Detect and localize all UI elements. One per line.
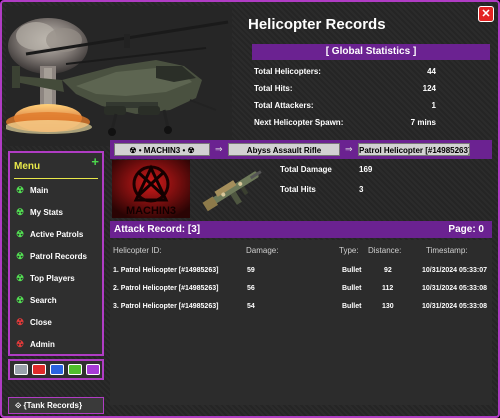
color-swatch-blue[interactable] (50, 364, 64, 375)
attack-record-header: Attack Record: [3] Page: 0 (110, 221, 492, 238)
weapon-name-box[interactable]: Abyss Assault Rifle (228, 143, 340, 156)
target-name-box[interactable]: Patrol Helicopter [#14985263] (358, 143, 470, 156)
theme-color-picker (8, 359, 104, 380)
radiation-icon: ☢ (15, 207, 25, 217)
avatar-text: MACHIN3 (126, 205, 176, 217)
radiation-icon: ☢ (15, 317, 25, 327)
menu-item-my-stats[interactable]: ☢ My Stats (14, 207, 63, 219)
type-cell: Bullet (342, 267, 362, 274)
stat-label: Total Hits (280, 185, 316, 194)
timestamp-cell: 10/31/2024 05:33:08 (422, 285, 487, 292)
table-row: 1. Patrol Helicopter [#14985263] 59 Bull… (110, 267, 492, 279)
column-header-damage: Damage: (246, 246, 279, 255)
color-swatch-green[interactable] (68, 364, 82, 375)
stat-label: Total Hits: (254, 84, 293, 93)
arrow-icon: ⇒ (215, 144, 223, 154)
stat-label: Total Helicopters: (254, 67, 321, 76)
helicopter-records-window: Helicopter Records ✕ [ Global Statistics… (0, 0, 500, 418)
tank-records-label: ⟐ {Tank Records} (15, 401, 83, 410)
menu-title: Menu (14, 161, 41, 172)
close-button[interactable]: ✕ (478, 6, 494, 22)
menu-item-label: Main (30, 186, 49, 195)
attack-record-table: Helicopter ID: Damage: Type: Distance: T… (110, 240, 492, 405)
stat-label: Next Helicopter Spawn: (254, 118, 344, 127)
menu-item-top-players[interactable]: ☢ Top Players (14, 273, 75, 285)
distance-cell: 92 (384, 267, 392, 274)
menu-divider (14, 178, 98, 179)
stat-value: 124 (422, 84, 436, 93)
color-swatch-purple[interactable] (86, 364, 100, 375)
stat-value: 7 mins (410, 118, 436, 127)
column-header-helicopter-id: Helicopter ID: (113, 246, 162, 255)
radiation-icon: ☢ (15, 273, 25, 283)
radiation-icon: ☢ (15, 339, 25, 349)
radiation-icon: ☢ (15, 185, 25, 195)
menu-panel: Menu + ☢ Main ☢ My Stats ☢ Active Patrols ☢… (8, 151, 104, 356)
stat-value: 3 (359, 185, 364, 194)
timestamp-cell: 10/31/2024 05:33:07 (422, 267, 487, 274)
color-swatch-grey[interactable] (14, 364, 28, 375)
menu-item-patrol-records[interactable]: ☢ Patrol Records (14, 251, 87, 263)
menu-item-label: Active Patrols (30, 230, 84, 239)
tank-records-button[interactable]: ⟐ {Tank Records} (8, 397, 104, 414)
heli-cell: 2. Patrol Helicopter [#14985263] (113, 285, 219, 292)
column-header-timestamp: Timestamp: (426, 246, 468, 255)
heli-cell: 3. Patrol Helicopter [#14985263] (113, 303, 219, 310)
column-header-distance: Distance: (368, 246, 402, 255)
menu-item-label: Top Players (30, 274, 75, 283)
radiation-icon: ☢ (15, 295, 25, 305)
helicopter-hero-image (6, 6, 232, 146)
distance-cell: 112 (382, 285, 394, 292)
distance-cell: 130 (382, 303, 394, 310)
menu-item-close[interactable]: ☢ Close (14, 317, 52, 329)
page-indicator: Page: 0 (448, 224, 484, 235)
damage-cell: 56 (247, 285, 255, 292)
attack-record-title: Attack Record: [3] (114, 224, 201, 235)
menu-item-label: Admin (30, 340, 55, 349)
player-name-box[interactable]: ☢ • MACHIN3 • ☢ (114, 143, 210, 156)
type-cell: Bullet (342, 285, 362, 292)
stat-label: Total Damage (280, 165, 332, 174)
player-weapon-target-bar: ☢ • MACHIN3 • ☢ ⇒ Abyss Assault Rifle ⇒ … (110, 140, 492, 159)
radiation-icon: ☢ (15, 251, 25, 261)
column-header-type: Type: (339, 246, 359, 255)
total-hits-stat: Total Hits 3 (280, 185, 376, 194)
menu-item-main[interactable]: ☢ Main (14, 185, 48, 197)
damage-cell: 59 (247, 267, 255, 274)
stat-value: 1 (431, 101, 436, 110)
menu-item-label: Patrol Records (30, 252, 87, 261)
heli-cell: 1. Patrol Helicopter [#14985263] (113, 267, 219, 274)
menu-item-search[interactable]: ☢ Search (14, 295, 57, 307)
menu-item-active-patrols[interactable]: ☢ Active Patrols (14, 229, 83, 241)
page-title: Helicopter Records (248, 16, 386, 33)
global-statistics-heading: [ Global Statistics ] (252, 44, 490, 60)
table-row: 2. Patrol Helicopter [#14985263] 56 Bull… (110, 285, 492, 297)
menu-item-label: Search (30, 296, 57, 305)
type-cell: Bullet (342, 303, 362, 310)
menu-item-label: My Stats (30, 208, 63, 217)
arrow-icon: ⇒ (345, 144, 353, 154)
stat-label: Total Attackers: (254, 101, 314, 110)
menu-item-label: Close (30, 318, 52, 327)
weapon-image (198, 163, 270, 215)
total-damage-stat: Total Damage 169 (280, 165, 376, 174)
stat-value: 169 (359, 165, 373, 174)
timestamp-cell: 10/31/2024 05:33:08 (422, 303, 487, 310)
damage-cell: 54 (247, 303, 255, 310)
player-avatar: MACHIN3 (112, 160, 190, 218)
stat-value: 44 (427, 67, 436, 76)
radiation-icon: ☢ (15, 229, 25, 239)
color-swatch-red[interactable] (32, 364, 46, 375)
table-row: 3. Patrol Helicopter [#14985263] 54 Bull… (110, 303, 492, 315)
add-icon[interactable]: + (91, 154, 99, 169)
menu-item-admin[interactable]: ☢ Admin (14, 339, 55, 351)
